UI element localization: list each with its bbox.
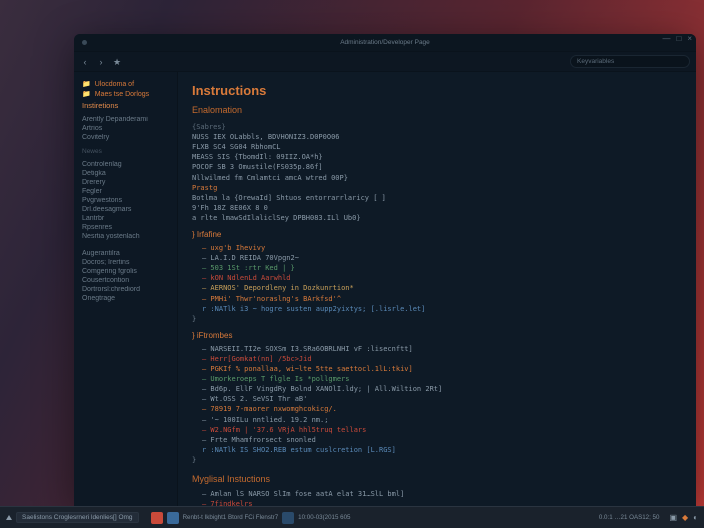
window-title: Administration/Developer Page bbox=[340, 39, 430, 46]
code-block-4: — Amlan lS NARSO SlIm fose aatA elat 31…… bbox=[192, 489, 682, 506]
taskbar-app-1[interactable] bbox=[151, 512, 163, 524]
code-block-1: {Sabres}NUSS IEX OLabbls, BDVHONIZ3.D0P0… bbox=[192, 122, 682, 223]
taskbar-app-3[interactable] bbox=[282, 512, 294, 524]
code-line: — 78919 7-maorer nxwomghcokicg/. bbox=[192, 404, 682, 414]
taskbar-center-text: Renbt-t Ikbight1 Btord FCi Flenstr7 bbox=[183, 514, 279, 521]
code-line: — NARSEII.TI2e SOXSm I3.SRa6OBRLNHI vF :… bbox=[192, 344, 682, 354]
code-line: {Sabres} bbox=[192, 122, 682, 132]
code-line: — 503 1St :rtr Ked | } bbox=[192, 263, 682, 273]
minimize-button[interactable]: — bbox=[662, 34, 670, 43]
code-line: Botlma la {OrewaId] Shtuos entorrarrlari… bbox=[192, 193, 682, 203]
sidebar-group-1: Arently Depanderami Artrios Covitelry bbox=[82, 116, 169, 141]
sidebar-group-2: Controlenlag Detigka Drerery Fegler Pvgrwest… bbox=[82, 161, 169, 240]
code-line: POCOF SB 3 Omustile(FS035p.86f] bbox=[192, 162, 682, 172]
code-line: — Amlan lS NARSO SlIm fose aatA elat 31…… bbox=[192, 489, 682, 499]
star-icon[interactable]: ★ bbox=[112, 57, 122, 67]
sidebar-section-label: Newes bbox=[82, 148, 169, 155]
code-line: — uxg'b Ihevivy bbox=[192, 243, 682, 253]
code-line: Prastg bbox=[192, 183, 682, 193]
code-line: MEASS SIS {TbomdIl: 09IIZ.OA*h} bbox=[192, 152, 682, 162]
code-block-3: — NARSEII.TI2e SOXSm I3.SRa6OBRLNHI vF :… bbox=[192, 344, 682, 456]
close-button[interactable]: × bbox=[687, 34, 692, 43]
sidebar-item[interactable]: Controlenlag bbox=[82, 161, 169, 168]
body: 📁 Ulocdoma of 📁 Maes tse Dorlogs Instire… bbox=[74, 72, 696, 506]
closing-brace: } bbox=[192, 314, 682, 324]
code-line: — kON NdlenLd Aarwhld bbox=[192, 273, 682, 283]
sidebar-item[interactable]: Drl.deesagmars bbox=[82, 206, 169, 213]
window-controls: — □ × bbox=[662, 34, 692, 43]
folder-icon: 📁 bbox=[82, 90, 91, 98]
sidebar-folder-1[interactable]: 📁 Ulocdoma of bbox=[82, 80, 169, 88]
tray-icon-2[interactable]: ◆ bbox=[682, 513, 688, 522]
sidebar-item[interactable]: Arently Depanderami bbox=[82, 116, 169, 123]
sidebar-item[interactable]: Detigka bbox=[82, 170, 169, 177]
titlebar: Administration/Developer Page — □ × bbox=[74, 34, 696, 52]
taskbar-left: Saelistons Croglesrneri ldenlies[] Omg bbox=[6, 512, 139, 523]
sidebar-item[interactable]: Dortrorsl:chrediord bbox=[82, 286, 169, 293]
titlebar-dot bbox=[82, 40, 87, 45]
taskbar-app-2[interactable] bbox=[167, 512, 179, 524]
code-line: — '~ 100ILu nntlied. 19.2 nm.; bbox=[192, 415, 682, 425]
code-line: r :NATlk i3 ~ hogre susten aupp2yixtys; … bbox=[192, 304, 682, 314]
section-label-1: } Irfafine bbox=[192, 229, 682, 241]
sidebar-item[interactable]: Pvgrwestons bbox=[82, 197, 169, 204]
section-label-2: } iFtrombes bbox=[192, 330, 682, 342]
nav-back-icon[interactable]: ‹ bbox=[80, 57, 90, 67]
sidebar-item[interactable]: Rpsenres bbox=[82, 224, 169, 231]
code-line: — PGKIf % ponallaa, wi~lte 5tte saettocl… bbox=[192, 364, 682, 374]
taskbar-active-window[interactable]: Saelistons Croglesrneri ldenlies[] Omg bbox=[16, 512, 139, 523]
taskbar-tray: ▣ ◆ ◐ bbox=[669, 513, 698, 522]
sidebar-item[interactable]: Docros; Irertins bbox=[82, 259, 169, 266]
sidebar-item[interactable]: Nesrtia yostenlach bbox=[82, 233, 169, 240]
code-line: — Umorkeroeps T flgle Is *pollgmers bbox=[192, 374, 682, 384]
toolbar: ‹ › ★ Keyvariables bbox=[74, 52, 696, 72]
code-line: r :NATlk IS SHO2.REB estum cuslcretion [… bbox=[192, 445, 682, 455]
code-line: — Bd6p. EllF VingdRy Bolnd XANOlI.ldy; |… bbox=[192, 384, 682, 394]
sidebar-item[interactable]: Covitelry bbox=[82, 134, 169, 141]
start-icon[interactable] bbox=[6, 515, 12, 520]
sidebar-item[interactable]: Onegtrage bbox=[82, 295, 169, 302]
code-line: 9'Fh 18Z 8E06X 8 0 bbox=[192, 203, 682, 213]
sidebar-folder-2[interactable]: 📁 Maes tse Dorlogs bbox=[82, 90, 169, 98]
sidebar: 📁 Ulocdoma of 📁 Maes tse Dorlogs Instire… bbox=[74, 72, 178, 506]
sidebar-item[interactable]: Comgering fgrolis bbox=[82, 268, 169, 275]
code-line: FLXB SC4 SG04 RbhomCL bbox=[192, 142, 682, 152]
folder-icon: 📁 bbox=[82, 80, 91, 88]
section-heading: Myglisal Instuctions bbox=[192, 473, 682, 486]
taskbar-center: Renbt-t Ikbight1 Btord FCi Flenstr7 10:0… bbox=[151, 512, 351, 524]
page-title: Instructions bbox=[192, 82, 682, 101]
sidebar-group-3: Augerantilra Docros; Irertins Comgering fg… bbox=[82, 250, 169, 302]
sidebar-item[interactable]: Cousertcontion bbox=[82, 277, 169, 284]
code-line: — Wt.OSS 2. SeVSI Thr aB' bbox=[192, 394, 682, 404]
taskbar-time: 10:00-03(2015 605 bbox=[298, 514, 350, 521]
code-line: NUSS IEX OLabbls, BDVHONIZ3.D0P0O06 bbox=[192, 132, 682, 142]
sidebar-item[interactable]: Augerantilra bbox=[82, 250, 169, 257]
closing-brace: } bbox=[192, 455, 682, 465]
code-line: — Frte Mhamfrorsect snonled bbox=[192, 435, 682, 445]
code-block-2: — uxg'b Ihevivy— LA.I.D REIDA 70Vpgn2~— … bbox=[192, 243, 682, 314]
code-line: — W2.NGfm | '37.6 VRjA hhl5truq tellars bbox=[192, 425, 682, 435]
tray-icon-1[interactable]: ▣ bbox=[669, 513, 677, 522]
app-window: Administration/Developer Page — □ × ‹ › … bbox=[74, 34, 696, 506]
sidebar-item[interactable]: Drerery bbox=[82, 179, 169, 186]
tray-icon-3[interactable]: ◐ bbox=[693, 513, 698, 522]
taskbar-status: 0.0:1 …21 OAS12; 50 bbox=[599, 514, 660, 521]
code-line: — Herr[Gomkat(nn] /5bc>Jid bbox=[192, 354, 682, 364]
code-line: — AERNOS' Depordleny in Dozkunrtion* bbox=[192, 283, 682, 293]
taskbar: Saelistons Croglesrneri ldenlies[] Omg R… bbox=[0, 506, 704, 528]
content-area: Instructions Enalomation {Sabres}NUSS IE… bbox=[178, 72, 696, 506]
code-line: Nllwilmed fm Cmlamtci amcA wtred 00P} bbox=[192, 173, 682, 183]
search-input[interactable]: Keyvariables bbox=[570, 55, 690, 68]
nav-forward-icon[interactable]: › bbox=[96, 57, 106, 67]
page-subtitle: Enalomation bbox=[192, 104, 682, 117]
sidebar-item[interactable]: Lantrbr bbox=[82, 215, 169, 222]
sidebar-item[interactable]: Fegler bbox=[82, 188, 169, 195]
maximize-button[interactable]: □ bbox=[676, 34, 681, 43]
search-placeholder: Keyvariables bbox=[577, 58, 614, 65]
code-line: — PMHi' Thwr'noraslng's BArkfsd'^ bbox=[192, 294, 682, 304]
code-line: — LA.I.D REIDA 70Vpgn2~ bbox=[192, 253, 682, 263]
sidebar-active-item[interactable]: Instiretions bbox=[82, 101, 169, 110]
code-line: a rlte lmawSdIlaliclSey DPBH083.ILl Ub0} bbox=[192, 213, 682, 223]
sidebar-item[interactable]: Artrios bbox=[82, 125, 169, 132]
